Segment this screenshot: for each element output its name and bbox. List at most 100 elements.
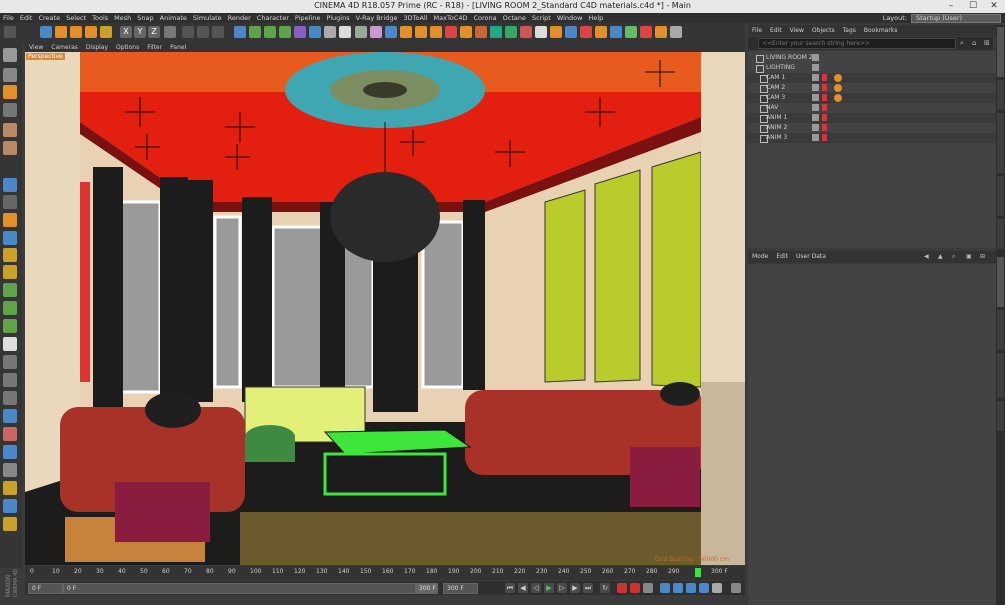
menu-simulate[interactable]: Simulate (190, 13, 225, 23)
menu-window[interactable]: Window (554, 13, 586, 23)
record-icon[interactable] (617, 583, 627, 593)
visibility-dots[interactable] (812, 64, 819, 71)
recent-tool-icon[interactable] (100, 26, 112, 38)
tab-takes[interactable] (997, 80, 1004, 110)
visibility-dots[interactable] (812, 124, 819, 131)
object-row[interactable]: CAM 3 (748, 93, 996, 103)
step-forward-icon[interactable]: ▷ (557, 583, 567, 593)
brush-icon[interactable] (3, 265, 17, 279)
tab-structure[interactable] (997, 176, 1004, 216)
timeline-ruler[interactable]: 0 10 20 30 40 50 60 70 80 90 100 110 120… (25, 566, 745, 580)
tool-a-icon[interactable] (355, 26, 367, 38)
tool-v-icon[interactable] (670, 26, 682, 38)
playhead-marker[interactable] (695, 568, 701, 577)
object-row[interactable]: ANIM 2 (748, 123, 996, 133)
z-axis-icon[interactable]: Z (148, 26, 160, 38)
menu-mesh[interactable]: Mesh (111, 13, 134, 23)
edges-mode-icon[interactable] (3, 141, 17, 155)
menu-script[interactable]: Script (529, 13, 554, 23)
object-row[interactable]: ANIM 3 (748, 133, 996, 143)
axis-mode-icon[interactable] (3, 195, 17, 209)
layers-icon[interactable] (3, 391, 17, 405)
camera-tag-icon[interactable] (822, 74, 827, 81)
max-frame-value[interactable]: 300 F (415, 583, 438, 594)
tool-b-icon[interactable] (370, 26, 382, 38)
menu-corona[interactable]: Corona (471, 13, 500, 23)
menu-help[interactable]: Help (585, 13, 606, 23)
protection-tag-icon[interactable] (834, 84, 842, 92)
menu-pipeline[interactable]: Pipeline (292, 13, 323, 23)
visibility-dots[interactable] (812, 134, 819, 141)
go-to-end-icon[interactable]: ⏭ (583, 583, 593, 593)
weld-icon[interactable] (3, 517, 17, 531)
am-menu-user-data[interactable]: User Data (792, 251, 830, 263)
sculpt-icon[interactable] (3, 283, 17, 297)
object-row[interactable]: NAV (748, 103, 996, 113)
render-icon[interactable] (197, 26, 209, 38)
position-key-icon[interactable] (660, 583, 670, 593)
frame-range-slider[interactable]: 0 F (63, 583, 438, 594)
layout-dropdown[interactable]: Startup (User) (911, 13, 1001, 23)
tool-o-icon[interactable] (565, 26, 577, 38)
lock-icon[interactable]: ▣ (962, 251, 976, 263)
light-icon[interactable] (339, 26, 351, 38)
om-menu-objects[interactable]: Objects (808, 25, 839, 36)
maximize-button[interactable]: ☐ (962, 0, 984, 13)
tab-attributes[interactable] (997, 257, 1004, 307)
tab-coordinates[interactable] (997, 353, 1004, 398)
symmetry-icon[interactable] (3, 409, 17, 423)
make-editable-icon[interactable] (3, 48, 17, 62)
tool-s-icon[interactable] (625, 26, 637, 38)
menu-animate[interactable]: Animate (157, 13, 190, 23)
scale-key-icon[interactable] (686, 583, 696, 593)
menu-3dtoall[interactable]: 3DToAll (401, 13, 431, 23)
bridge-icon[interactable] (3, 463, 17, 477)
array-icon[interactable] (279, 26, 291, 38)
object-row[interactable]: LIVING ROOM 2 (748, 53, 996, 63)
tool-g-icon[interactable] (445, 26, 457, 38)
menu-octane[interactable]: Octane (500, 13, 529, 23)
deformer-icon[interactable] (294, 26, 306, 38)
tag-icon[interactable] (822, 104, 827, 111)
am-menu-mode[interactable]: Mode (748, 251, 772, 263)
lock-icon[interactable] (3, 355, 17, 369)
tag-icon[interactable] (822, 114, 827, 121)
tool-d-icon[interactable] (400, 26, 412, 38)
menu-file[interactable]: File (0, 13, 17, 23)
menu-character[interactable]: Character (254, 13, 292, 23)
point-level-icon[interactable] (712, 583, 722, 593)
perspective-viewport[interactable]: Perspective Grid Spacing : 50000 cm (25, 52, 745, 565)
om-menu-edit[interactable]: Edit (766, 25, 786, 36)
menu-select[interactable]: Select (63, 13, 89, 23)
render-view-icon[interactable] (182, 26, 194, 38)
tool-n-icon[interactable] (550, 26, 562, 38)
rotate-icon[interactable] (85, 26, 97, 38)
knife-icon[interactable] (3, 319, 17, 333)
polygons-mode-icon[interactable] (3, 178, 17, 192)
protection-tag-icon[interactable] (834, 94, 842, 102)
menu-tools[interactable]: Tools (89, 13, 111, 23)
object-row[interactable]: CAM 1 (748, 73, 996, 83)
close-button[interactable]: ✕ (983, 0, 1005, 13)
object-row[interactable]: CAM 2 (748, 83, 996, 93)
menu-vray-bridge[interactable]: V-Ray Bridge (353, 13, 401, 23)
clone-icon[interactable] (3, 445, 17, 459)
tool-h-icon[interactable] (460, 26, 472, 38)
loop-icon[interactable] (3, 499, 17, 513)
points-mode-icon[interactable] (3, 123, 17, 137)
scale-icon[interactable] (70, 26, 82, 38)
menu-snap[interactable]: Snap (134, 13, 156, 23)
vp-menu-options[interactable]: Options (112, 43, 143, 52)
tweak-icon[interactable] (3, 213, 17, 227)
back-arrow-icon[interactable]: ◀ (920, 251, 933, 263)
current-frame-field[interactable]: 0 F (28, 583, 63, 594)
om-menu-bookmarks[interactable]: Bookmarks (860, 25, 902, 36)
tag-icon[interactable] (822, 134, 827, 141)
tool-m-icon[interactable] (535, 26, 547, 38)
next-key-icon[interactable]: ▶ (570, 583, 580, 593)
tab-content-browser[interactable] (997, 113, 1004, 173)
menu-plugins[interactable]: Plugins (323, 13, 352, 23)
menu-render[interactable]: Render (225, 13, 254, 23)
tool-e-icon[interactable] (415, 26, 427, 38)
magnet-icon[interactable] (3, 427, 17, 441)
